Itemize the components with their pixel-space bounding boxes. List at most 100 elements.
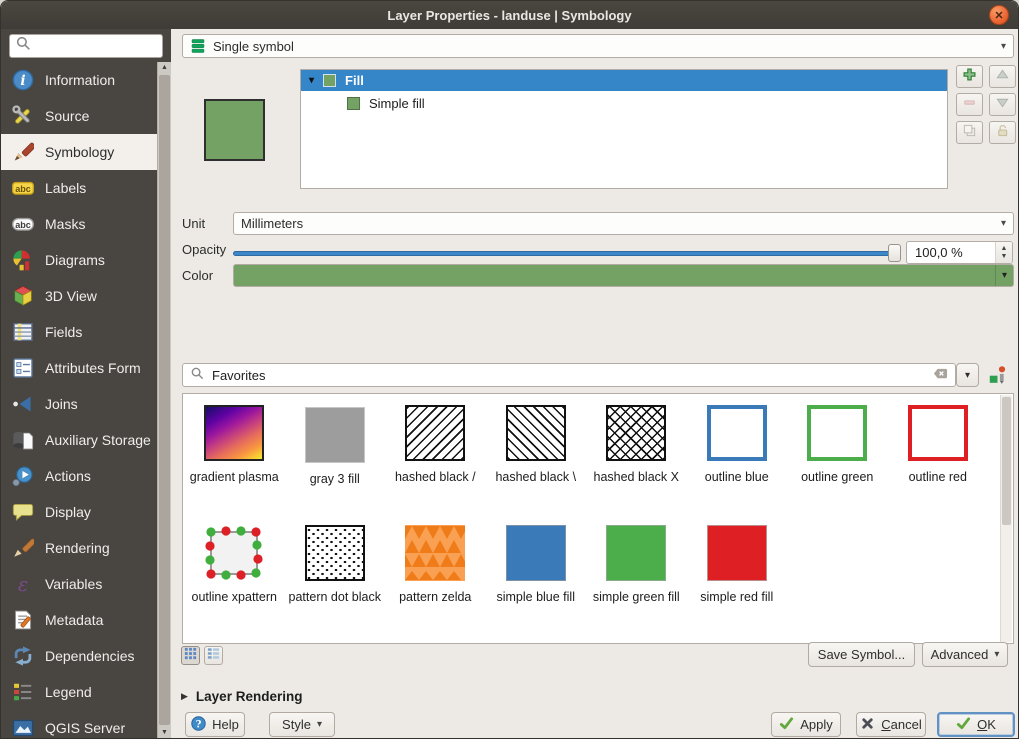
sidebar-scrollbar[interactable]: ▲ ▼ [157, 62, 171, 738]
sidebar-item-fields[interactable]: Fields [1, 314, 157, 350]
sidebar-item-information[interactable]: iInformation [1, 62, 157, 98]
3d-view-icon [12, 285, 34, 307]
sidebar-item-3d-view[interactable]: 3D View [1, 278, 157, 314]
symbol-item-simple-green-fill[interactable]: simple green fill [586, 516, 687, 636]
single-symbol-icon [190, 38, 206, 54]
clear-search-icon[interactable] [933, 366, 948, 384]
color-swatch-button[interactable]: ▾ [233, 264, 1014, 287]
symbol-preview-zelda [405, 525, 465, 581]
sidebar-item-metadata[interactable]: Metadata [1, 602, 157, 638]
advanced-button[interactable]: Advanced ▾ [922, 642, 1008, 667]
style-manager-button[interactable] [985, 364, 1009, 387]
sidebar-item-source[interactable]: Source [1, 98, 157, 134]
sidebar-search-input[interactable] [37, 39, 157, 54]
opacity-slider[interactable] [233, 251, 893, 256]
symbol-item-pattern-zelda[interactable]: pattern zelda [385, 516, 486, 636]
symbol-item-gray-3-fill[interactable]: gray 3 fill [285, 396, 386, 516]
layer-rendering-header[interactable]: ▶ Layer Rendering [181, 689, 302, 704]
help-icon: ? [191, 716, 206, 734]
sidebar-item-labels[interactable]: abcLabels [1, 170, 157, 206]
close-button[interactable]: ✕ [989, 5, 1009, 25]
symbol-item-simple-blue-fill[interactable]: simple blue fill [486, 516, 587, 636]
sidebar-item-actions[interactable]: Actions [1, 458, 157, 494]
symbol-preview-blue-fill [506, 525, 566, 581]
move-down-button[interactable] [989, 93, 1016, 116]
duplicate-symbol-layer-button[interactable] [956, 121, 983, 144]
sidebar-item-label: Rendering [45, 540, 110, 556]
sidebar-item-attributes-form[interactable]: Attributes Form [1, 350, 157, 386]
favorites-search-box[interactable] [182, 363, 956, 387]
sidebar-item-diagrams[interactable]: Diagrams [1, 242, 157, 278]
sidebar-item-rendering[interactable]: Rendering [1, 530, 157, 566]
tree-row-fill[interactable]: ▾ Fill [301, 70, 947, 91]
sidebar-item-label: Diagrams [45, 252, 105, 268]
duplicate-icon [962, 123, 977, 143]
metadata-icon [12, 609, 34, 631]
opacity-slider-handle[interactable] [888, 244, 901, 262]
renderer-dropdown[interactable]: Single symbol ▾ [182, 34, 1014, 58]
scroll-down-icon[interactable]: ▼ [158, 729, 171, 736]
save-symbol-button[interactable]: Save Symbol... [808, 642, 915, 667]
ok-button[interactable]: OK [937, 712, 1015, 737]
sidebar-search-box[interactable] [9, 34, 163, 58]
symbol-item-outline-blue[interactable]: outline blue [687, 396, 788, 516]
sidebar-item-label: Auxiliary Storage [45, 432, 151, 448]
add-symbol-layer-button[interactable] [956, 65, 983, 88]
spinner-arrows[interactable]: ▲▼ [995, 242, 1012, 263]
symbol-item-label: gradient plasma [185, 470, 283, 485]
grid-view-button[interactable] [181, 646, 200, 665]
sidebar-item-label: Actions [45, 468, 91, 484]
sidebar-item-joins[interactable]: Joins [1, 386, 157, 422]
apply-button[interactable]: Apply [771, 712, 841, 737]
symbol-item-pattern-dot-black[interactable]: pattern dot black [285, 516, 386, 636]
cancel-icon [860, 716, 875, 734]
symbol-preview-gray-fill [305, 407, 365, 463]
sidebar-item-dependencies[interactable]: Dependencies [1, 638, 157, 674]
favorites-dropdown-button[interactable]: ▾ [956, 363, 979, 387]
symbol-item-hashed-black-[interactable]: hashed black / [385, 396, 486, 516]
chevron-down-icon[interactable]: ▾ [995, 265, 1013, 286]
symbol-item-label: hashed black \ [487, 470, 585, 485]
fill-swatch-icon [323, 74, 336, 87]
list-view-icon [206, 646, 221, 666]
opacity-spinbox[interactable]: 100,0 % ▲▼ [906, 241, 1013, 264]
scrollbar-thumb[interactable] [1002, 397, 1011, 525]
symbol-item-outline-green[interactable]: outline green [787, 396, 888, 516]
sidebar-item-auxiliary-storage[interactable]: Auxiliary Storage [1, 422, 157, 458]
sidebar-item-qgis-server[interactable]: QGIS Server [1, 710, 157, 738]
lock-open-icon [995, 123, 1010, 143]
titlebar[interactable]: Layer Properties - landuse | Symbology ✕ [1, 1, 1018, 29]
list-view-button[interactable] [204, 646, 223, 665]
symbol-item-outline-xpattern[interactable]: outline xpattern [184, 516, 285, 636]
style-button[interactable]: Style ▾ [269, 712, 335, 737]
unit-dropdown[interactable]: Millimeters ▾ [233, 212, 1014, 235]
scrollbar-thumb[interactable] [159, 75, 170, 725]
move-up-icon [995, 67, 1010, 87]
symbol-item-label: outline red [889, 470, 987, 485]
symbol-item-gradient-plasma[interactable]: gradient plasma [184, 396, 285, 516]
symbol-item-hashed-black-x[interactable]: hashed black X [586, 396, 687, 516]
sidebar-item-variables[interactable]: εVariables [1, 566, 157, 602]
sidebar-item-masks[interactable]: abcMasks [1, 206, 157, 242]
scroll-up-icon[interactable]: ▲ [158, 64, 171, 71]
symbol-preview-gradient-plasma [204, 405, 264, 461]
symbol-item-simple-red-fill[interactable]: simple red fill [687, 516, 788, 636]
sidebar-item-display[interactable]: Display [1, 494, 157, 530]
renderer-value: Single symbol [213, 39, 294, 54]
move-up-button[interactable] [989, 65, 1016, 88]
sidebar-item-legend[interactable]: Legend [1, 674, 157, 710]
help-button[interactable]: ? Help [185, 712, 245, 737]
symbols-scrollbar[interactable] [1000, 395, 1012, 642]
symbol-item-hashed-black-[interactable]: hashed black \ [486, 396, 587, 516]
symbol-item-outline-red[interactable]: outline red [888, 396, 989, 516]
tree-row-simple-fill[interactable]: Simple fill [301, 91, 947, 115]
opacity-label: Opacity [182, 242, 226, 257]
add-plus-icon [962, 67, 977, 87]
dependencies-icon [12, 645, 34, 667]
lock-color-button[interactable] [989, 121, 1016, 144]
remove-symbol-layer-button[interactable] [956, 93, 983, 116]
expand-caret-icon[interactable]: ▾ [309, 75, 314, 86]
cancel-button[interactable]: Cancel [856, 712, 926, 737]
sidebar-item-symbology[interactable]: Symbology [1, 134, 157, 170]
favorites-search-input[interactable] [212, 368, 926, 383]
